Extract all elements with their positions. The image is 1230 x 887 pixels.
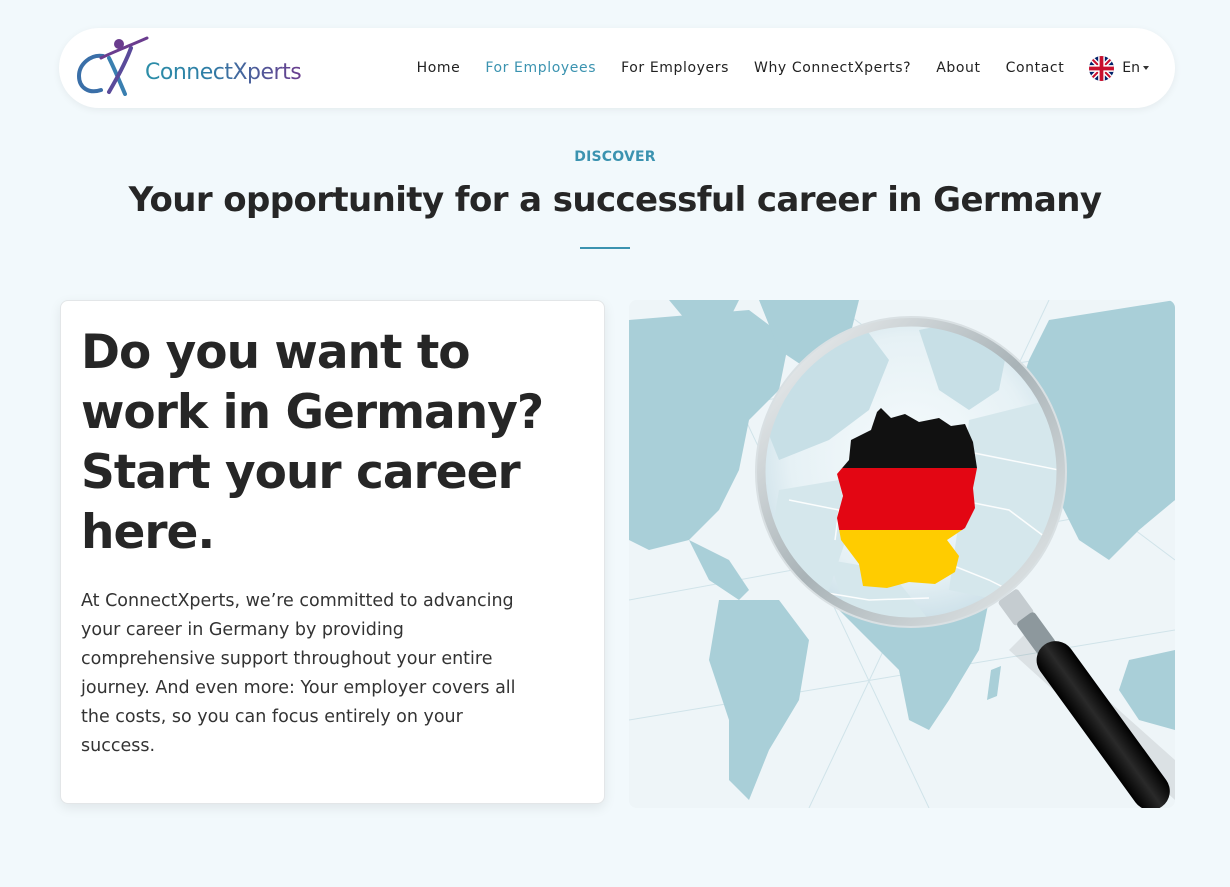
logo[interactable]: ConnectXperts bbox=[73, 32, 343, 98]
nav-home[interactable]: Home bbox=[417, 60, 461, 76]
language-label: En bbox=[1122, 60, 1140, 76]
section-title: Your opportunity for a successful career… bbox=[128, 180, 1102, 220]
card-body-text: At ConnectXperts, we’re committed to adv… bbox=[81, 591, 516, 756]
chevron-down-icon bbox=[1143, 66, 1149, 70]
logo-mark-icon bbox=[76, 36, 149, 96]
main-nav: Home For Employees For Employers Why Con… bbox=[392, 28, 1149, 108]
uk-flag-icon bbox=[1089, 55, 1115, 81]
nav-contact[interactable]: Contact bbox=[1006, 60, 1065, 76]
section-eyebrow: DISCOVER bbox=[574, 149, 656, 165]
language-selector[interactable]: En bbox=[1089, 55, 1149, 81]
germany-map-image bbox=[629, 300, 1175, 808]
title-divider bbox=[580, 247, 630, 249]
intro-card: Do you want to work in Germany? Start yo… bbox=[60, 300, 605, 804]
nav-why-connectxperts[interactable]: Why ConnectXperts? bbox=[754, 60, 911, 76]
card-heading: Do you want to work in Germany? Start yo… bbox=[81, 325, 544, 560]
site-header: ConnectXperts Home For Employees For Emp… bbox=[59, 28, 1175, 108]
nav-for-employees[interactable]: For Employees bbox=[485, 60, 596, 76]
nav-for-employers[interactable]: For Employers bbox=[621, 60, 729, 76]
logo-text: ConnectXperts bbox=[145, 59, 302, 85]
nav-about[interactable]: About bbox=[936, 60, 980, 76]
